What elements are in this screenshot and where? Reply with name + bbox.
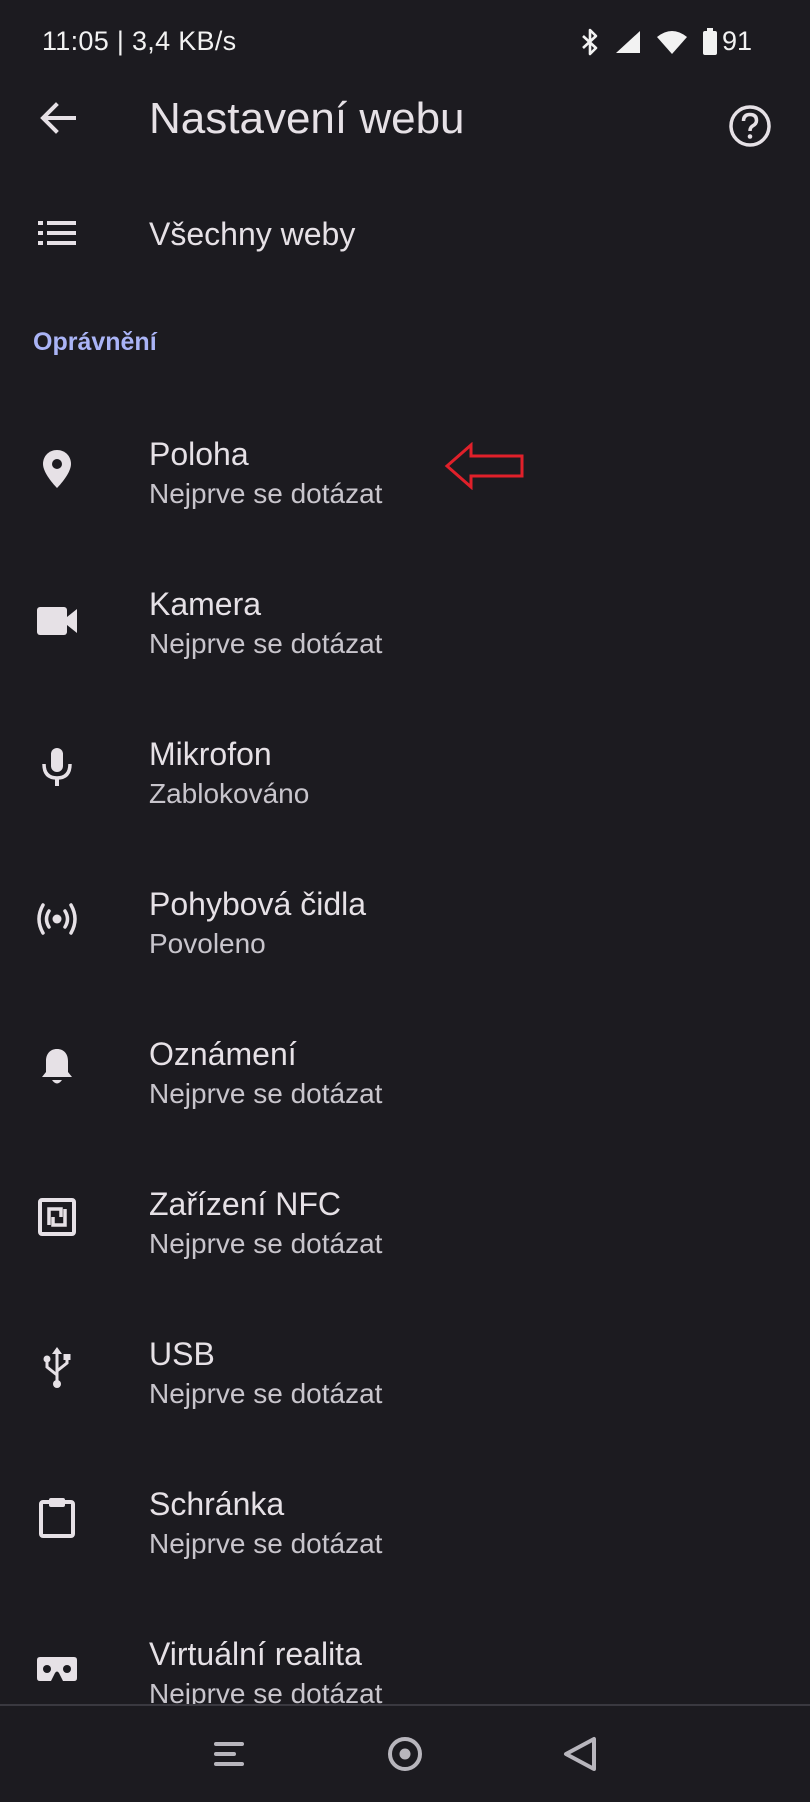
bell-icon <box>34 1044 80 1090</box>
permission-title: Oznámení <box>149 1036 297 1072</box>
permission-status: Nejprve se dotázat <box>149 478 383 509</box>
nav-home-button[interactable] <box>377 1728 433 1784</box>
help-button[interactable] <box>718 96 782 160</box>
status-bar: 11:05 | 3,4 KB/s 91 <box>0 0 810 84</box>
list-icon <box>36 216 78 255</box>
usb-icon <box>34 1344 80 1390</box>
bluetooth-icon <box>580 28 600 56</box>
help-circle-icon <box>728 104 772 153</box>
permission-title: USB <box>149 1336 215 1372</box>
videocam-icon <box>34 598 80 644</box>
permission-status: Nejprve se dotázat <box>149 1528 383 1559</box>
battery-icon: 91 <box>702 26 752 57</box>
status-time-speed: 11:05 | 3,4 KB/s <box>42 26 237 56</box>
permission-title: Poloha <box>149 436 249 472</box>
nfc-icon <box>34 1194 80 1240</box>
permission-item-location[interactable]: Poloha Nejprve se dotázat <box>0 422 810 572</box>
permission-status: Nejprve se dotázat <box>149 628 383 659</box>
permission-title: Kamera <box>149 586 262 622</box>
clipboard-icon <box>34 1494 80 1540</box>
back-button[interactable] <box>30 92 86 148</box>
status-icons: 91 <box>580 26 752 57</box>
all-sites-item[interactable]: Všechny weby <box>0 196 810 276</box>
permission-item-notifications[interactable]: Oznámení Nejprve se dotázat <box>0 1022 810 1172</box>
permission-status: Povoleno <box>149 928 266 959</box>
permission-status: Nejprve se dotázat <box>149 1228 383 1259</box>
permission-title: Zařízení NFC <box>149 1186 342 1222</box>
mic-icon <box>34 744 80 790</box>
signal-icon <box>614 29 642 55</box>
permission-item-clipboard[interactable]: Schránka Nejprve se dotázat <box>0 1472 810 1622</box>
wifi-icon <box>656 29 688 55</box>
permission-title: Pohybová čidla <box>149 886 367 922</box>
battery-level: 91 <box>721 26 752 56</box>
permission-status: Nejprve se dotázat <box>149 1078 383 1109</box>
arrow-back-icon <box>38 98 78 143</box>
nav-recents-icon <box>212 1740 248 1773</box>
red-arrow-left-icon <box>444 441 526 495</box>
permission-title: Virtuální realita <box>149 1636 362 1672</box>
nav-home-icon <box>385 1734 425 1779</box>
permission-title: Schránka <box>149 1486 285 1522</box>
vr-headset-icon <box>34 1646 80 1692</box>
nav-recents-button[interactable] <box>202 1728 258 1784</box>
permission-status: Zablokováno <box>149 778 310 809</box>
permission-item-microphone[interactable]: Mikrofon Zablokováno <box>0 722 810 872</box>
all-sites-label: Všechny weby <box>149 216 356 252</box>
permission-item-motion-sensors[interactable]: Pohybová čidla Povoleno <box>0 872 810 1022</box>
system-nav-bar <box>0 1704 810 1802</box>
nav-back-icon <box>562 1735 600 1778</box>
page-title: Nastavení webu <box>149 94 465 143</box>
permissions-section-header: Oprávnění <box>33 328 157 356</box>
nav-back-button[interactable] <box>553 1728 609 1784</box>
permission-item-nfc[interactable]: Zařízení NFC Nejprve se dotázat <box>0 1172 810 1322</box>
permission-item-usb[interactable]: USB Nejprve se dotázat <box>0 1322 810 1472</box>
permission-item-camera[interactable]: Kamera Nejprve se dotázat <box>0 572 810 722</box>
permission-title: Mikrofon <box>149 736 272 772</box>
permission-status: Nejprve se dotázat <box>149 1378 383 1409</box>
location-pin-icon <box>34 446 80 492</box>
sensors-icon <box>34 896 80 942</box>
